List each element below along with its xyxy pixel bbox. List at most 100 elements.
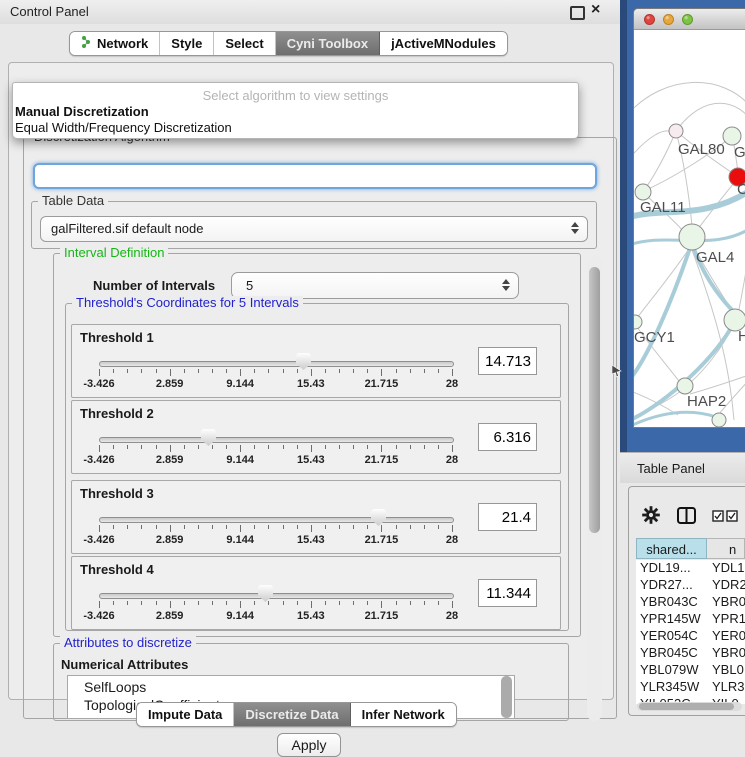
tab-label: Infer Network (362, 707, 445, 722)
number-of-intervals-label: Number of Intervals (93, 278, 215, 293)
tab-network[interactable]: Network (70, 32, 160, 55)
table-data-group: Table Data galFiltered.sif default node (31, 201, 597, 249)
cell-shared-name: YBR045C (640, 645, 698, 660)
algorithm-combobox[interactable] (33, 163, 597, 189)
table-row[interactable]: YBR045C YBR0 (636, 645, 745, 662)
dropdown-option-equal-width-frequency[interactable]: Equal Width/Frequency Discretization (15, 120, 575, 135)
table-row[interactable]: YBL079W YBL0 (636, 662, 745, 679)
close-icon[interactable]: × (591, 1, 600, 19)
table-panel-title: Table Panel (637, 461, 705, 476)
threshold-slider-track[interactable] (99, 593, 454, 599)
threshold-slider-thumb[interactable] (258, 585, 273, 602)
table-row[interactable]: YPR145WYPR1 (636, 611, 745, 628)
network-canvas[interactable]: GAL80GACGAL11GAL4GCY1HHAP2 (634, 30, 745, 427)
float-window-icon[interactable] (570, 6, 585, 20)
tab-cyni-toolbox[interactable]: Cyni Toolbox (276, 32, 380, 55)
list-scrollbar-thumb[interactable] (501, 676, 512, 718)
table-data-combobox[interactable]: galFiltered.sif default node (40, 216, 588, 242)
threshold-slider-track[interactable] (99, 361, 454, 367)
column-header-name[interactable]: n (707, 538, 745, 559)
checkbox-icon[interactable] (712, 509, 724, 527)
group-title: Attributes to discretize (60, 636, 196, 650)
threshold-slider-track[interactable] (99, 517, 454, 523)
network-edge[interactable] (637, 249, 689, 318)
top-right-node[interactable] (723, 127, 741, 145)
horizontal-scrollbar-thumb[interactable] (639, 703, 734, 710)
bottom-tab-bar: Impute DataDiscretize Data Infer Network (136, 702, 457, 727)
network-edge-thick[interactable] (634, 412, 716, 427)
tab-impute-data[interactable]: Impute Data (137, 703, 234, 726)
network-edge[interactable] (738, 235, 745, 314)
tab-style[interactable]: Style (160, 32, 214, 55)
cell-shared-name: YBR043C (640, 594, 698, 609)
tab-infer-network[interactable]: Infer Network (351, 703, 456, 726)
threshold-slider-thumb[interactable] (201, 429, 216, 446)
table-row[interactable]: YBR043C YBR0 (636, 594, 745, 611)
combobox-value: galFiltered.sif default node (51, 221, 203, 236)
table-row[interactable]: YLR345WYLR3 (636, 679, 745, 696)
GAL4-node[interactable] (679, 224, 705, 250)
network-edge[interactable] (634, 131, 672, 160)
threshold-4-panel: Threshold 4-3.4262.8599.14415.4321.71528 (71, 556, 561, 630)
vertical-scrollbar-thumb[interactable] (589, 267, 600, 533)
GAL80-node[interactable] (669, 124, 683, 138)
threshold-label: Threshold 3 (80, 486, 154, 501)
tab-select[interactable]: Select (214, 32, 275, 55)
window-frame-edge (620, 0, 627, 452)
dropdown-option-manual-discretization[interactable]: Manual Discretization (15, 104, 575, 119)
cell-shared-name: YDR27... (640, 577, 693, 592)
network-icon (81, 35, 92, 52)
group-title: Threshold's Coordinates for 5 Intervals (72, 296, 303, 310)
attribute-item-selfloops[interactable]: SelfLoops (84, 678, 514, 696)
threshold-value-field[interactable] (478, 579, 537, 607)
network-edge[interactable] (676, 103, 745, 131)
column-split-icon[interactable] (676, 505, 697, 531)
node-label-gal4: GAL4 (696, 249, 734, 266)
zoom-traffic-light-icon[interactable] (682, 14, 693, 25)
apply-button[interactable]: Apply (277, 733, 341, 757)
group-title: Interval Definition (60, 246, 168, 260)
control-panel: Control Panel × NetworkStyleSelectCyni T… (0, 0, 620, 745)
node-label-gal80: GAL80 (678, 141, 725, 158)
network-edge-thick[interactable] (634, 248, 690, 384)
tab-discretize-data[interactable]: Discretize Data (234, 703, 350, 726)
cell-name: YER0 (712, 628, 745, 643)
table-row[interactable]: YER054C YER0 (636, 628, 745, 645)
threshold-label: Threshold 2 (80, 406, 154, 421)
table-row[interactable]: YDR27...YDR2 (636, 577, 745, 594)
threshold-slider-thumb[interactable] (371, 509, 386, 526)
threshold-value-field[interactable] (478, 347, 537, 375)
table-panel-titlebar: Table Panel (620, 452, 745, 483)
threshold-value-field[interactable] (478, 423, 537, 451)
cell-shared-name: YER054C (640, 628, 698, 643)
network-window-titlebar[interactable] (634, 9, 745, 30)
checkbox-icon[interactable] (726, 509, 738, 527)
table-row[interactable]: YDL19...YDL1 (636, 560, 745, 577)
cell-name: YBR0 (712, 645, 745, 660)
close-traffic-light-icon[interactable] (644, 14, 655, 25)
column-header-shared[interactable]: shared... (636, 538, 707, 559)
HAP2-node[interactable] (677, 378, 693, 394)
tab-label: Style (171, 36, 202, 51)
threshold-slider-thumb[interactable] (296, 353, 311, 370)
tab-jactivemnodules[interactable]: jActiveMNodules (380, 32, 507, 55)
tab-label: Network (97, 36, 148, 51)
cell-name: YLR3 (712, 679, 745, 694)
combobox-value: 5 (246, 278, 253, 293)
threshold-3-panel: Threshold 3-3.4262.8599.14415.4321.71528 (71, 480, 561, 554)
settings-gear-icon[interactable] (642, 506, 660, 529)
threshold-slider-track[interactable] (99, 437, 454, 443)
network-edge[interactable] (634, 82, 745, 114)
mouse-cursor (612, 364, 622, 382)
cell-shared-name: YBL079W (640, 662, 699, 677)
partial-node[interactable] (712, 413, 726, 427)
thresholds-group: Threshold's Coordinates for 5 Intervals … (65, 303, 569, 631)
GAL11-node[interactable] (635, 184, 651, 200)
threshold-value-field[interactable] (478, 503, 537, 531)
cell-name: YBL0 (712, 662, 744, 677)
minimize-traffic-light-icon[interactable] (663, 14, 674, 25)
network-edge[interactable] (690, 374, 745, 394)
threshold-2-panel: Threshold 2-3.4262.8599.14415.4321.71528 (71, 400, 561, 474)
GCY1-node[interactable] (634, 315, 642, 329)
cell-name: YBR0 (712, 594, 745, 609)
